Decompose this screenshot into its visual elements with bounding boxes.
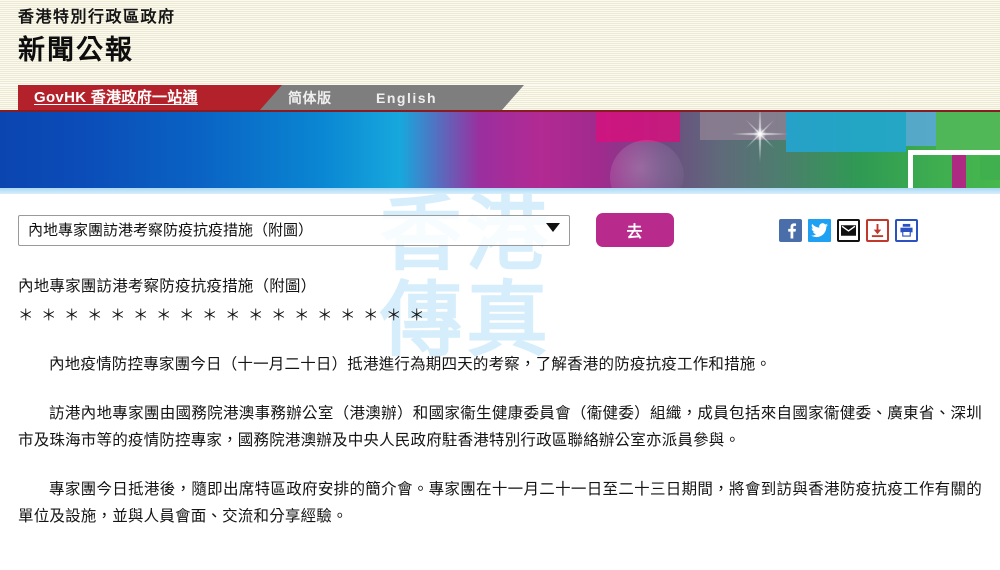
go-button[interactable]: 去 (596, 213, 674, 247)
article-star-separator: ＊＊＊＊＊＊＊＊＊＊＊＊＊＊＊＊＊＊ (18, 302, 982, 329)
news-bulletin-page: 香港特別行政區政府 新聞公報 GovHK 香港政府一站通 简体版 English… (0, 0, 1000, 570)
language-nav-bar: GovHK 香港政府一站通 简体版 English (0, 85, 1000, 110)
tab-english[interactable]: English (376, 89, 437, 107)
banner-square-magenta (596, 112, 680, 142)
facebook-icon[interactable] (779, 219, 802, 242)
banner-square-lightblue (906, 112, 936, 146)
social-share-group (779, 219, 982, 242)
content-area: 香港傳真 內地專家團訪港考察防疫抗疫措施（附圖） 去 (0, 194, 1000, 570)
banner-square-cyan (786, 112, 906, 152)
print-icon[interactable] (895, 219, 918, 242)
banner-orb (610, 140, 684, 194)
download-icon[interactable] (866, 219, 889, 242)
headline-select-wrapper: 內地專家團訪港考察防疫抗疫措施（附圖） (18, 215, 570, 246)
tab-simplified-chinese[interactable]: 简体版 (288, 89, 332, 107)
article-paragraph: 內地疫情防控專家團今日（十一月二十日）抵港進行為期四天的考察，了解香港的防疫抗疫… (18, 351, 982, 378)
banner-square-teal (700, 112, 786, 140)
banner-square-green (936, 112, 1000, 152)
masthead: 香港特別行政區政府 新聞公報 (0, 0, 1000, 85)
article-paragraph: 訪港內地專家團由國務院港澳事務辦公室（港澳辦）和國家衞生健康委員會（衞健委）組織… (18, 400, 982, 454)
government-name: 香港特別行政區政府 (18, 6, 1000, 30)
headline-select[interactable]: 內地專家團訪港考察防疫抗疫措施（附圖） (18, 215, 570, 246)
decorative-banner (0, 110, 1000, 194)
email-icon[interactable] (837, 219, 860, 242)
page-title: 新聞公報 (18, 32, 1000, 68)
article-title: 內地專家團訪港考察防疫抗疫措施（附圖） (18, 273, 982, 300)
article-paragraph: 專家團今日抵港後，隨即出席特區政府安排的簡介會。專家團在十一月二十一日至二十三日… (18, 476, 982, 530)
headline-controls: 內地專家團訪港考察防疫抗疫措施（附圖） 去 (18, 194, 982, 247)
twitter-icon[interactable] (808, 219, 831, 242)
govhk-tab-label[interactable]: GovHK 香港政府一站通 (34, 88, 198, 107)
article-body: 內地專家團訪港考察防疫抗疫措施（附圖） ＊＊＊＊＊＊＊＊＊＊＊＊＊＊＊＊＊＊ 內… (18, 273, 982, 530)
